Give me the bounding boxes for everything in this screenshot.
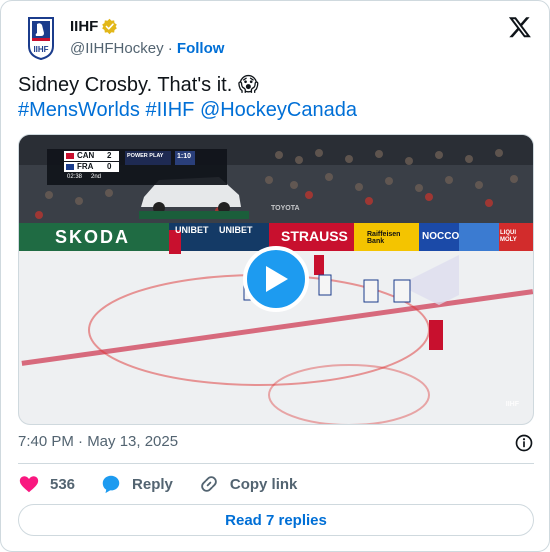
scorebug-period: 2nd [91,174,102,180]
scorebug-team1: CAN [77,151,95,160]
play-icon [266,266,288,292]
mention-hockeycanada[interactable]: @HockeyCanada [200,99,357,121]
copy-link-button[interactable]: Copy link [198,473,298,495]
scorebug-time: 02:38 [67,174,83,180]
board-ad-1: SKODA [55,227,131,247]
board-ad-3: UNIBET [219,225,253,235]
tweet-text-line-1: Sidney Crosby. That's it. 😱 [18,73,534,98]
like-count: 536 [50,475,76,493]
tweet-meta: 7:40 PM · May 13, 2025 [18,433,534,453]
heart-icon [19,476,39,493]
avatar[interactable]: IIHF [18,15,64,61]
account-handle[interactable]: @IIHFHockey [70,40,164,57]
board-ad-6: NOCCO [422,231,460,242]
scorebug-power-play: POWER PLAY [127,153,164,159]
tweet-text-line-2: #MensWorlds #IIHF @HockeyCanada [18,98,534,123]
x-logo-icon[interactable] [508,15,532,39]
tweet-text-plain: Sidney Crosby. That's it. [18,74,238,96]
separator: · [167,40,173,57]
board-ad-4: STRAUSS [281,228,348,244]
iihf-logo-icon: IIHF [28,17,54,60]
video-watermark: IIHF [505,401,519,408]
board-ad-7: LIQUI MOLY [500,230,517,243]
link-icon [201,476,217,492]
follow-button[interactable]: Follow [177,40,225,57]
svg-text:IIHF: IIHF [33,45,48,54]
board-ad-8: TOYOTA [271,205,300,212]
board-ad-5: Raiffeisen Bank [367,231,401,245]
action-bar: 536 Reply Copy link [18,472,322,496]
hashtag-mensworlds[interactable]: #MensWorlds [18,99,140,121]
scorebug-pp-time: 1:10 [177,153,192,160]
reply-bubble-icon [102,475,120,494]
name-row: IIHF [70,18,118,35]
read-replies-button[interactable]: Read 7 replies [18,504,534,536]
verified-gold-badge-icon [102,18,118,35]
board-ad-2: UNIBET [175,225,209,235]
handle-row: @IIHFHockey · Follow [70,40,224,57]
account-name[interactable]: IIHF [70,18,98,35]
reply-label: Reply [132,475,173,493]
scream-emoji: 😱 [237,74,259,96]
tweet-text: Sidney Crosby. That's it. 😱 #MensWorlds … [18,73,534,123]
video-player[interactable]: CAN 2 FRA 0 02:38 2nd POWER PLAY 1:10 SK… [18,134,534,425]
hashtag-iihf[interactable]: #IIHF [145,99,194,121]
copy-link-label: Copy link [229,475,298,493]
tweet-card: IIHF IIHF @IIHFHockey · Follow Sidney Cr… [0,0,550,552]
tweet-header: IIHF IIHF @IIHFHockey · Follow [18,15,536,65]
reply-button[interactable]: Reply [100,473,173,495]
info-icon[interactable] [514,433,534,453]
scorebug-team2: FRA [77,162,94,171]
like-button[interactable]: 536 [18,473,75,495]
divider [18,463,534,464]
scorebug-score2: 0 [107,162,112,171]
play-button[interactable] [243,246,309,312]
tweet-timestamp[interactable]: 7:40 PM · May 13, 2025 [18,433,178,450]
scorebug-score1: 2 [107,151,112,160]
